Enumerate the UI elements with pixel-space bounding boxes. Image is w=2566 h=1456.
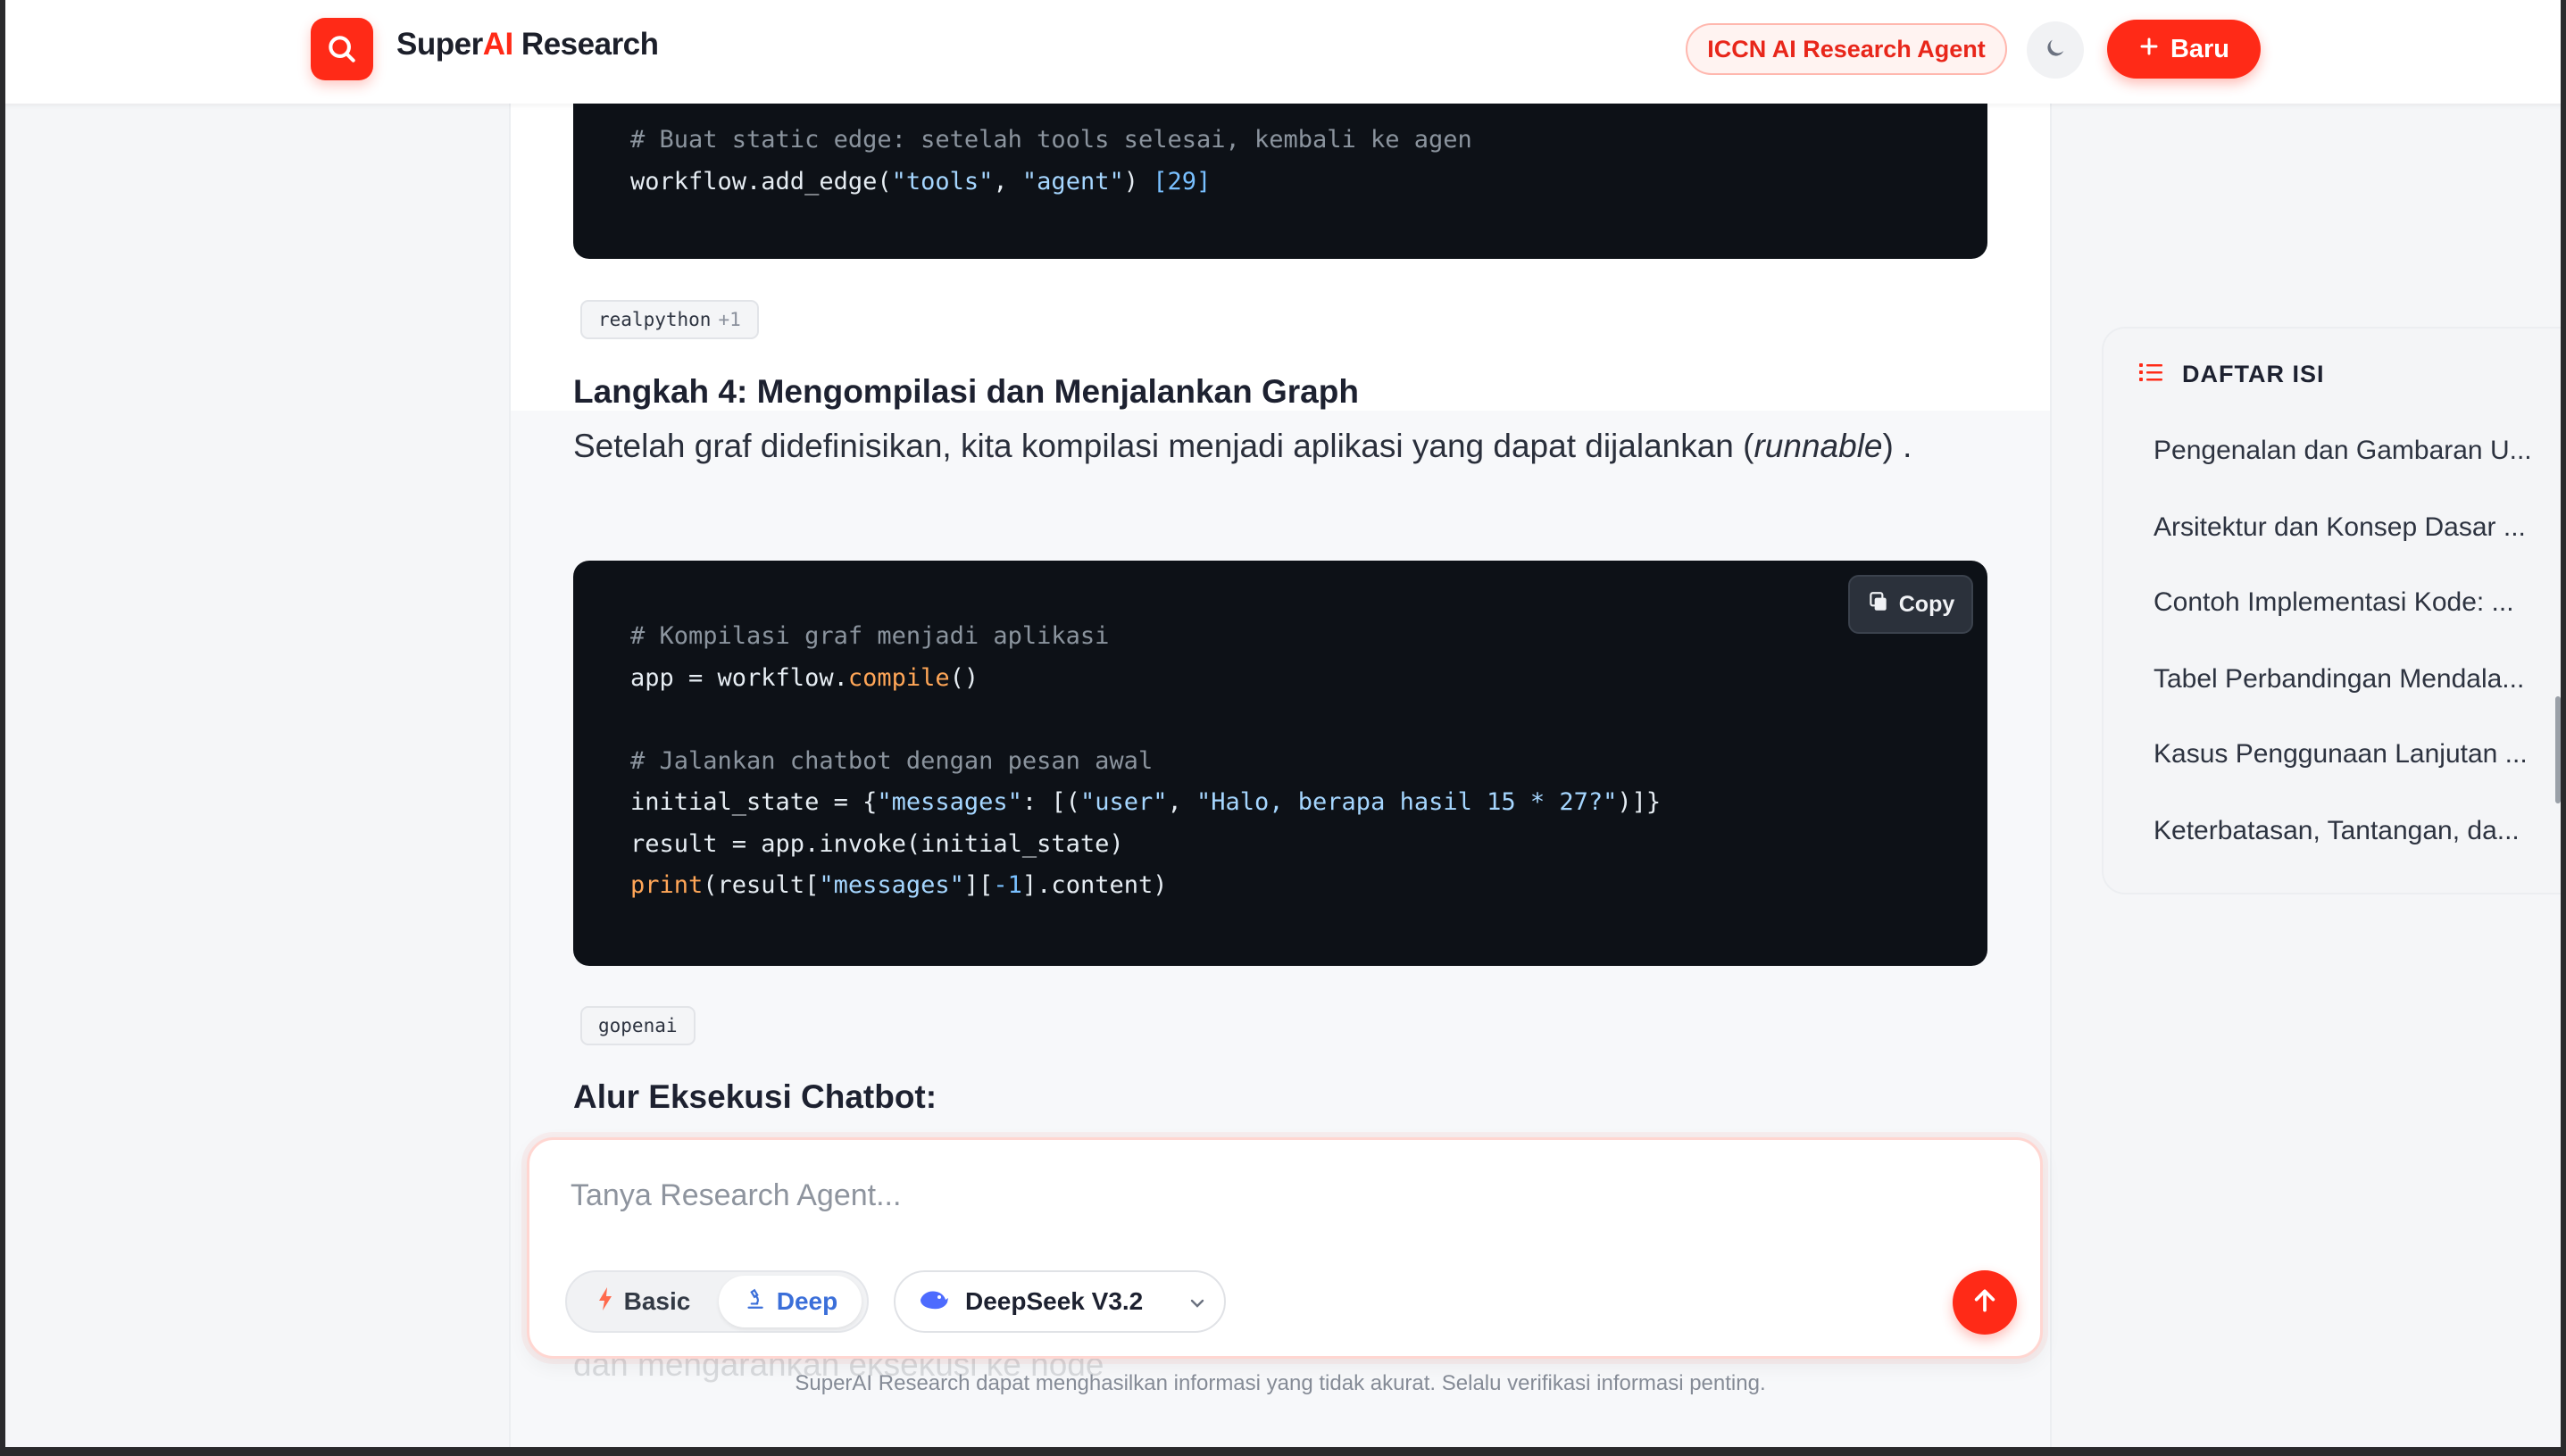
code-line: # Kompilasi graf menjadi aplikasi: [630, 616, 1987, 658]
code-citation: [29]: [1153, 167, 1212, 196]
code-function: compile: [847, 663, 950, 692]
toc-item[interactable]: Contoh Implementasi Kode: ...: [2154, 587, 2555, 618]
toc-item[interactable]: Tabel Perbandingan Mendala...: [2154, 664, 2555, 695]
code-comment: # Kompilasi graf menjadi aplikasi: [630, 622, 1110, 650]
code-text: app = workflow.: [630, 663, 848, 692]
table-of-contents: DAFTAR ISI Pengenalan dan Gambaran U... …: [2102, 327, 2566, 894]
code-line: print(result["messages"][-1].content): [630, 865, 1987, 907]
code-block-compile: Copy # Kompilasi graf menjadi aplikasi a…: [573, 561, 1987, 966]
list-icon: [2139, 361, 2162, 388]
code-text: )]}: [1617, 788, 1662, 816]
code-text: result = app.invoke(initial_state): [630, 829, 1124, 858]
code-string: "agent": [1021, 167, 1124, 196]
scrollbar-thumb[interactable]: [2555, 696, 2561, 803]
code-comment: # Buat static edge: setelah tools selesa…: [630, 126, 1472, 154]
code-text: workflow.add_edge(: [630, 167, 892, 196]
code-line: app = workflow.compile(): [630, 658, 1987, 700]
para-text: Setelah graf didefinisikan, kita kompila…: [573, 428, 1754, 464]
chip-extra-count: +1: [718, 309, 741, 330]
model-selector[interactable]: DeepSeek V3.2: [894, 1270, 1226, 1333]
new-chat-button[interactable]: Baru: [2107, 20, 2261, 79]
model-label: DeepSeek V3.2: [965, 1287, 1144, 1315]
brand-suffix: Research: [512, 27, 659, 62]
mode-basic-label: Basic: [623, 1287, 691, 1315]
brand-accent: AI: [482, 27, 514, 62]
moon-icon: [2043, 36, 2068, 65]
mode-basic-button[interactable]: Basic: [572, 1276, 715, 1327]
disclaimer-text: SuperAI Research dapat menghasilkan info…: [795, 1371, 1766, 1395]
code-text: : [(: [1021, 788, 1080, 816]
mode-deep-button[interactable]: Deep: [719, 1276, 862, 1327]
top-header: SuperAI Research ICCN AI Research Agent …: [0, 0, 2566, 104]
source-chip-gopenai[interactable]: gopenai: [580, 1006, 696, 1045]
code-text: ): [1123, 167, 1154, 196]
toc-item[interactable]: Arsitektur dan Konsep Dasar ...: [2154, 512, 2555, 543]
code-function: print: [630, 871, 704, 899]
code-string: "Halo, berapa hasil 15 * 27?": [1196, 788, 1618, 816]
whale-icon: [919, 1287, 949, 1317]
plus-icon: [2138, 35, 2160, 64]
brand-title[interactable]: SuperAI Research: [396, 27, 659, 62]
brand-prefix: Super: [396, 27, 483, 62]
bolt-icon: [597, 1286, 613, 1318]
code-string: "tools": [891, 167, 994, 196]
code-line: # Jalankan chatbot dengan pesan awal: [630, 741, 1987, 783]
code-string: "user": [1079, 788, 1168, 816]
code-line: initial_state = {"messages": [("user", "…: [630, 782, 1987, 824]
alur-heading: Alur Eksekusi Chatbot:: [573, 1078, 937, 1115]
code-line: workflow.add_edge("tools", "agent") [29]: [630, 162, 1987, 204]
chevron-down-icon: [1187, 1292, 1208, 1320]
new-chat-label: Baru: [2170, 34, 2230, 63]
para-emphasis: runnable: [1754, 428, 1883, 464]
toc-item[interactable]: Pengenalan dan Gambaran U...: [2154, 436, 2555, 466]
para-text: ) .: [1882, 428, 1912, 464]
copy-button[interactable]: Copy: [1848, 575, 1973, 634]
step-4-heading: Langkah 4: Mengompilasi dan Menjalankan …: [573, 373, 1359, 410]
source-chip-realpython[interactable]: realpython +1: [580, 300, 759, 339]
copy-label: Copy: [1898, 591, 1955, 617]
code-text: ,: [1167, 788, 1196, 816]
code-string: "messages": [819, 871, 964, 899]
chip-label: gopenai: [598, 1015, 678, 1036]
microscope-icon: [743, 1287, 766, 1317]
code-line: result = app.invoke(initial_state): [630, 824, 1987, 866]
toc-item[interactable]: Keterbatasan, Tantangan, da...: [2154, 816, 2555, 846]
arrow-up-icon: [1970, 1286, 1999, 1319]
code-text: ][: [963, 871, 994, 899]
agent-badge[interactable]: ICCN AI Research Agent: [1686, 23, 2007, 75]
code-block-edge: # Buat static edge: setelah tools selesa…: [573, 86, 1987, 259]
copy-icon: [1867, 590, 1890, 620]
code-text: ,: [993, 167, 1022, 196]
code-comment: # Jalankan chatbot dengan pesan awal: [630, 746, 1154, 775]
code-line: # Buat static edge: setelah tools selesa…: [630, 120, 1987, 162]
code-number: -1: [993, 871, 1022, 899]
code-text: ].content): [1021, 871, 1168, 899]
code-string: "messages": [877, 788, 1022, 816]
composer-card: Basic Deep DeepSeek V3.2: [527, 1137, 2043, 1359]
mode-deep-label: Deep: [776, 1287, 838, 1315]
search-logo-icon[interactable]: [311, 18, 373, 80]
toc-title-label: DAFTAR ISI: [2182, 361, 2325, 387]
theme-toggle-button[interactable]: [2027, 21, 2084, 79]
send-button[interactable]: [1953, 1270, 2017, 1335]
step-4-paragraph: Setelah graf didefinisikan, kita kompila…: [573, 420, 1966, 473]
code-text: (): [949, 663, 979, 692]
research-query-input[interactable]: [571, 1169, 1820, 1222]
code-text: initial_state = {: [630, 788, 878, 816]
toc-title: DAFTAR ISI: [2139, 361, 2325, 388]
code-text: (result[: [703, 871, 820, 899]
toc-item[interactable]: Kasus Penggunaan Lanjutan ...: [2154, 739, 2555, 770]
chip-label: realpython: [598, 309, 712, 330]
mode-toggle-group: Basic Deep: [565, 1270, 869, 1333]
